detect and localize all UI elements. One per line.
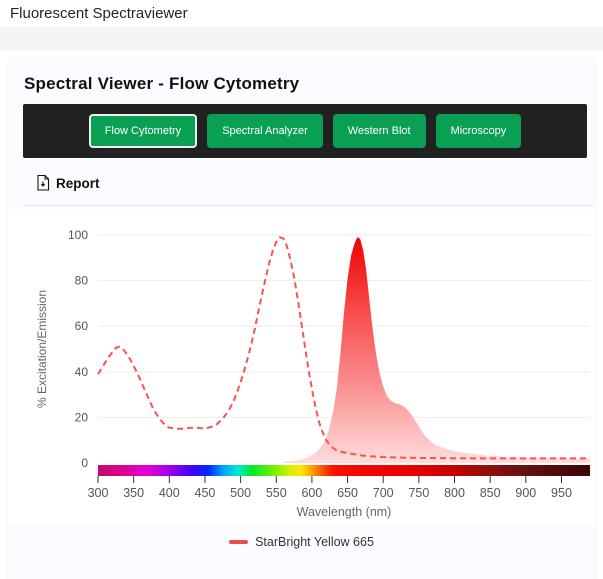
x-tick-label: 800 [444,486,465,500]
tab-spectral-analyzer[interactable]: Spectral Analyzer [207,114,323,148]
app-header: Fluorescent Spectraviewer [0,0,603,27]
x-tick-label: 450 [195,486,216,500]
tab-flow-cytometry[interactable]: Flow Cytometry [89,114,197,148]
spectra-chart-svg: 0 20 40 60 80 100 % Excitation/Emission 300 350 4… [8,210,595,520]
x-tick-label: 300 [88,486,109,500]
spectra-chart: 0 20 40 60 80 100 % Excitation/Emission 300 350 4… [8,210,595,525]
report-button[interactable]: Report [36,175,595,191]
x-tick-label: 950 [551,486,572,500]
x-tick-label: 600 [301,486,322,500]
y-tick-label: 100 [68,228,88,242]
x-tick-label: 850 [480,486,501,500]
header-divider-band [0,27,603,51]
x-tick-label: 400 [159,486,180,500]
page-title: Spectral Viewer - Flow Cytometry [8,59,595,104]
x-tick-label: 900 [515,486,536,500]
x-tick-label: 500 [230,486,251,500]
y-tick-label: 60 [75,319,89,333]
spectral-viewer-card: Spectral Viewer - Flow Cytometry Flow Cy… [8,59,595,579]
emission-area [283,237,590,463]
x-axis-title: Wavelength (nm) [297,505,392,519]
legend-marker [229,540,248,544]
y-tick-label: 40 [75,365,89,379]
y-tick-label: 0 [81,456,88,470]
mode-toolbar: Flow Cytometry Spectral Analyzer Western B… [23,104,587,158]
x-tick-label: 550 [266,486,287,500]
tab-microscopy[interactable]: Microscopy [436,114,522,148]
report-label: Report [56,176,100,191]
y-tick-label: 20 [75,410,89,424]
y-tick-label: 80 [75,274,89,288]
x-tick-label: 700 [373,486,394,500]
y-axis-title: % Excitation/Emission [35,290,49,408]
x-tick-label: 750 [408,486,429,500]
app-title: Fluorescent Spectraviewer [10,5,188,22]
file-arrow-down-icon [36,175,50,191]
chart-legend: StarBright Yellow 665 [8,535,595,549]
x-tick-label: 350 [123,486,144,500]
wavelength-color-bar [98,465,590,476]
x-tick-label: 650 [337,486,358,500]
legend-label: StarBright Yellow 665 [255,535,374,549]
tab-western-blot[interactable]: Western Blot [333,114,426,148]
divider [24,205,593,206]
